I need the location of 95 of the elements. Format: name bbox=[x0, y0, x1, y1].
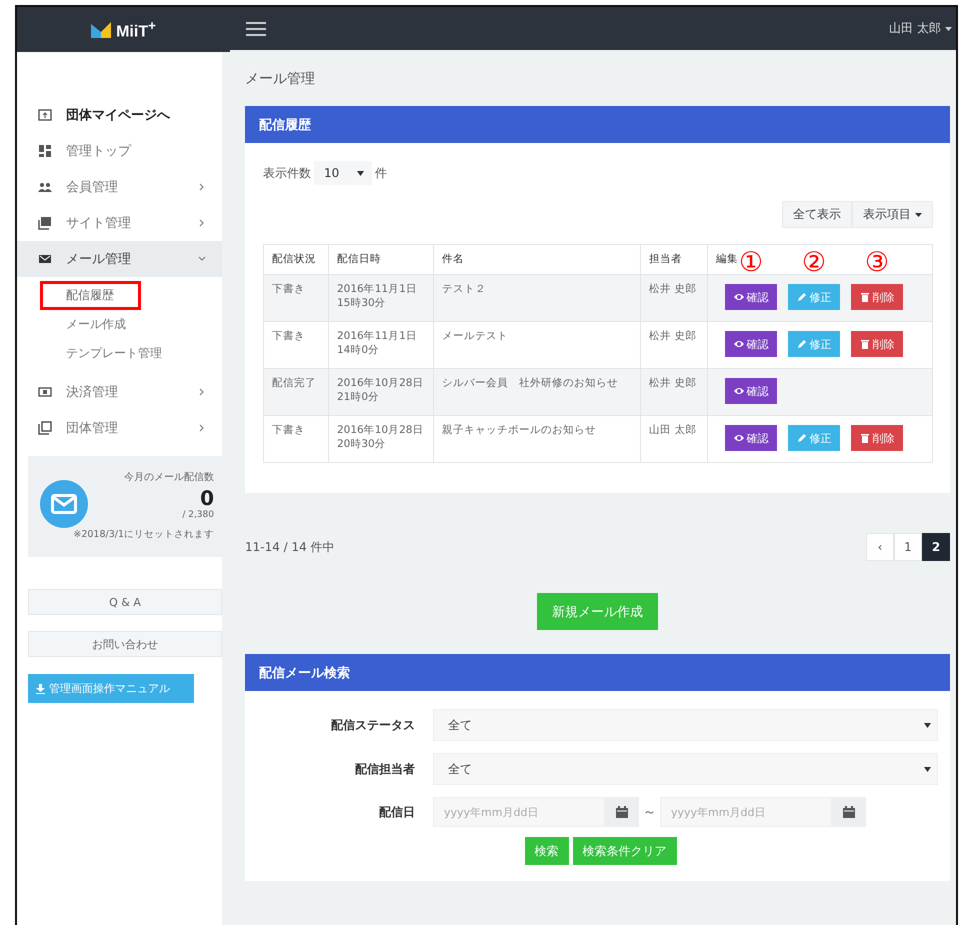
sidebar-subitem[interactable]: 配信履歴 bbox=[40, 281, 141, 310]
calendar-button[interactable] bbox=[832, 797, 866, 827]
view-button[interactable]: 確認 bbox=[725, 378, 777, 404]
table-cell: テスト２ bbox=[434, 274, 640, 322]
per-page-unit: 件 bbox=[375, 164, 387, 182]
windows-icon bbox=[38, 421, 52, 435]
stats-title: 今月のメール配信数 bbox=[123, 471, 214, 484]
sidebar-item[interactable]: 管理トップ bbox=[17, 133, 222, 169]
column-header: 担当者 bbox=[649, 253, 682, 265]
eye-icon bbox=[734, 292, 744, 302]
page-title: メール管理 bbox=[245, 70, 316, 88]
column-header: 件名 bbox=[442, 253, 464, 265]
table-cell: 2016年11月1日 15時30分 bbox=[328, 274, 434, 322]
panel-header: 配信メール検索 bbox=[245, 654, 950, 691]
calendar-icon bbox=[616, 806, 628, 818]
table-cell: シルバー会員 社外研修のお知らせ bbox=[434, 368, 640, 416]
previous-page-button[interactable]: ‹ bbox=[866, 533, 894, 561]
per-page-label: 表示件数 bbox=[263, 164, 311, 182]
envelope-icon bbox=[51, 494, 77, 514]
caret-icon bbox=[924, 766, 931, 772]
images-icon bbox=[38, 216, 52, 230]
logo-text: MiiT$^{+}$ bbox=[116, 18, 156, 42]
table-cell: 配信完了 bbox=[264, 368, 328, 416]
stats-count: 0 bbox=[199, 486, 214, 510]
range-separator: ～ bbox=[643, 804, 656, 821]
table-cell: 下書き bbox=[264, 274, 328, 322]
sidebar-item[interactable]: メール管理 bbox=[17, 241, 222, 277]
eye-icon bbox=[734, 339, 744, 349]
calendar-button[interactable] bbox=[605, 797, 639, 827]
view-button[interactable]: 確認 bbox=[725, 425, 777, 451]
table-cell: 松井 史郎 bbox=[640, 368, 708, 416]
field-label: 配信日 bbox=[378, 804, 416, 820]
user-menu[interactable]: 山田 太郎 bbox=[889, 20, 952, 37]
delete-button[interactable]: 削除 bbox=[851, 284, 903, 310]
annotation-number: ② bbox=[800, 249, 828, 277]
table-cell: 山田 太郎 bbox=[640, 416, 708, 462]
sidebar-item[interactable]: サイト管理 bbox=[17, 205, 222, 241]
calendar-icon bbox=[843, 806, 855, 818]
toolbar-button[interactable]: 全て表示 bbox=[782, 201, 852, 228]
delete-button[interactable]: 削除 bbox=[851, 331, 903, 357]
sidebar-item[interactable]: 決済管理 bbox=[17, 374, 222, 410]
stats-note: ※2018/3/1にリセットされます bbox=[72, 528, 214, 541]
column-header: 編集 bbox=[716, 253, 738, 265]
panel-header: 配信履歴 bbox=[245, 106, 950, 143]
page-button[interactable]: 1 bbox=[894, 533, 922, 561]
field-label: 配信ステータス bbox=[330, 716, 416, 734]
sidebar-item[interactable]: 団体マイページへ bbox=[17, 97, 222, 133]
download-icon bbox=[36, 684, 45, 694]
select-field[interactable]: 全て bbox=[433, 753, 938, 785]
table-cell: 下書き bbox=[264, 416, 328, 462]
delete-button[interactable]: 削除 bbox=[851, 425, 903, 451]
table-cell: 2016年10月28日 20時30分 bbox=[328, 416, 434, 462]
trash-icon bbox=[860, 292, 870, 302]
pencil-icon bbox=[796, 292, 806, 302]
field-label: 配信担当者 bbox=[354, 760, 416, 778]
per-page-select[interactable]: 10 bbox=[314, 161, 372, 185]
dashboard-icon bbox=[38, 144, 52, 158]
result-count: 11-14 / 14 件中 bbox=[245, 538, 335, 556]
page-button[interactable]: 2 bbox=[922, 533, 950, 561]
logo-icon bbox=[91, 22, 112, 38]
toolbar-button[interactable]: 表示項目 bbox=[852, 201, 933, 228]
caret-icon bbox=[945, 26, 952, 30]
column-header: 配信日時 bbox=[337, 253, 381, 265]
envelope-icon bbox=[38, 252, 52, 266]
sidebar-item[interactable]: 会員管理 bbox=[17, 169, 222, 205]
eye-icon bbox=[734, 386, 744, 396]
annotation-number: ① bbox=[738, 249, 764, 277]
card-icon bbox=[38, 385, 52, 399]
select-field[interactable]: 全て bbox=[433, 709, 938, 741]
sidebar-subitem[interactable]: テンプレート管理 bbox=[40, 339, 189, 368]
people-icon bbox=[38, 180, 52, 194]
view-button[interactable]: 確認 bbox=[725, 331, 777, 357]
caret-icon bbox=[357, 170, 364, 176]
stats-limit: / 2,380 bbox=[181, 510, 214, 520]
sidebar-subitem[interactable]: メール作成 bbox=[40, 310, 153, 339]
table-cell: 2016年10月28日 21時0分 bbox=[328, 368, 434, 416]
pencil-icon bbox=[796, 433, 806, 443]
sidebar-link-button[interactable]: Q & A bbox=[28, 589, 222, 615]
table-cell: 松井 史郎 bbox=[640, 274, 708, 322]
upload-box-icon bbox=[38, 108, 52, 122]
table-cell: 親子キャッチボールのお知らせ bbox=[434, 416, 640, 462]
sidebar-link-button[interactable]: お問い合わせ bbox=[28, 631, 222, 657]
annotation-number: ③ bbox=[864, 249, 890, 277]
eye-icon bbox=[734, 433, 744, 443]
date-field[interactable]: yyyy年mm月dd日 bbox=[433, 797, 605, 827]
caret-icon bbox=[924, 722, 931, 728]
date-field[interactable]: yyyy年mm月dd日 bbox=[660, 797, 832, 827]
menu-icon bbox=[246, 22, 266, 36]
trash-icon bbox=[860, 339, 870, 349]
caret-icon bbox=[915, 212, 922, 216]
sidebar-item[interactable]: 団体管理 bbox=[17, 410, 222, 446]
trash-icon bbox=[860, 433, 870, 443]
column-header: 配信状況 bbox=[272, 253, 316, 265]
pencil-icon bbox=[796, 339, 806, 349]
view-button[interactable]: 確認 bbox=[725, 284, 777, 310]
